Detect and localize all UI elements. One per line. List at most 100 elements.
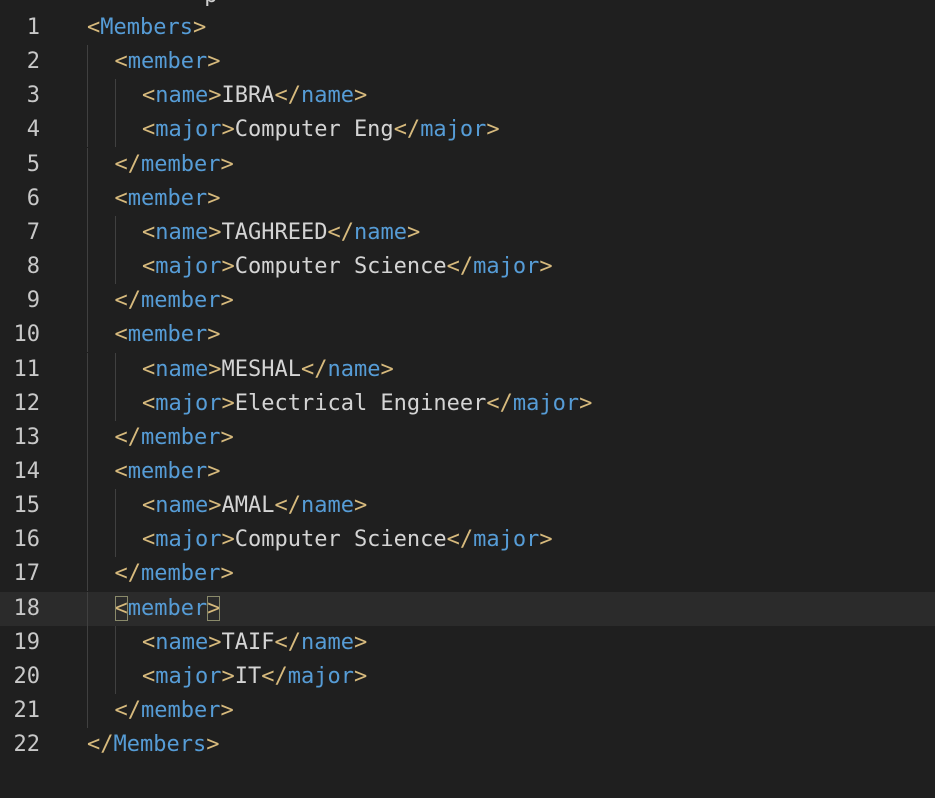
close-bracket: > — [353, 663, 368, 689]
indent-guide — [114, 523, 116, 558]
element-text: Electrical Engineer — [234, 390, 487, 416]
tag-name: major — [287, 663, 354, 689]
open-bracket: < — [142, 629, 156, 655]
indent-guide — [87, 523, 88, 558]
line-number: 22 — [13, 732, 41, 758]
code-text[interactable]: <member> — [114, 592, 221, 626]
open-bracket: < — [142, 219, 156, 245]
open-bracket: < — [114, 595, 128, 621]
indent-guide — [87, 659, 88, 694]
close-bracket: > — [207, 185, 221, 211]
close-bracket: > — [220, 424, 234, 450]
close-bracket: > — [221, 117, 235, 143]
code-line[interactable]: 6 <member> — [0, 181, 935, 216]
line-number: 13 — [13, 424, 41, 450]
code-line[interactable]: 7 <name>TAGHREED</name> — [0, 215, 935, 250]
code-line[interactable]: 2 <member> — [0, 45, 935, 80]
code-text[interactable]: <major>Computer Science</major> — [142, 523, 553, 557]
code-text[interactable]: <member> — [115, 45, 221, 79]
code-line[interactable]: 1 <Members> — [0, 11, 935, 45]
line-number: 12 — [13, 390, 41, 416]
code-line[interactable]: 22 </Members> — [0, 728, 935, 762]
tag-name: name — [327, 356, 381, 382]
line-number: 1 — [26, 15, 40, 40]
tag-name: major — [155, 390, 222, 416]
tag-name: major — [155, 663, 222, 689]
code-text[interactable]: <name>TAGHREED</name> — [142, 216, 420, 250]
code-line[interactable]: 8 <major>Computer Science</major> — [0, 250, 935, 285]
line-number: 10 — [13, 322, 41, 348]
open-bracket: </ — [114, 151, 142, 177]
code-line[interactable]: 20 <major>IT</major> — [0, 659, 935, 694]
close-bracket: > — [208, 629, 222, 655]
code-text[interactable]: <major>Computer Eng</major> — [142, 113, 500, 147]
code-text[interactable]: <name>TAIF</name> — [142, 626, 367, 660]
code-text[interactable]: </Members> — [87, 728, 219, 762]
code-line[interactable]: 3 <name>IBRA</name> — [0, 79, 935, 114]
code-text[interactable]: </member> — [115, 421, 234, 455]
indent-guide — [87, 215, 88, 250]
indent-guide — [87, 113, 88, 148]
tag-name: member — [127, 49, 208, 75]
close-bracket: > — [208, 356, 222, 382]
close-bracket: > — [380, 356, 394, 382]
code-text[interactable]: </member> — [115, 148, 234, 182]
indent-guide — [87, 625, 88, 660]
code-text[interactable]: </member> — [115, 694, 234, 728]
open-bracket: </ — [446, 527, 474, 553]
code-line[interactable]: 18 <member> — [0, 591, 935, 626]
code-line[interactable]: 16 <major>Computer Science</major> — [0, 523, 935, 558]
open-bracket: </ — [114, 561, 142, 587]
code-text[interactable]: <member> — [115, 182, 221, 216]
code-line[interactable]: 13 </member> — [0, 420, 935, 455]
close-bracket: > — [353, 629, 368, 655]
indent-guide — [114, 79, 116, 114]
code-line[interactable]: 19 <name>TAIF</name> — [0, 625, 935, 660]
code-text[interactable]: <member> — [115, 318, 221, 352]
code-line[interactable]: 12 <major>Electrical Engineer</major> — [0, 386, 935, 421]
code-text[interactable]: <name>MESHAL</name> — [142, 353, 394, 387]
close-bracket: > — [207, 595, 221, 621]
line-number: 11 — [13, 356, 41, 382]
code-line[interactable]: 10 <member> — [0, 318, 935, 353]
code-text[interactable]: <name>AMAL</name> — [142, 489, 367, 523]
line-number: 16 — [13, 527, 41, 553]
indent-guide — [87, 45, 88, 80]
code-text[interactable]: <member> — [115, 455, 221, 489]
code-text[interactable]: </member> — [115, 557, 234, 591]
code-line[interactable]: 17 </member> — [0, 557, 935, 592]
tag-name: major — [512, 390, 580, 416]
code-line[interactable]: 9 </member> — [0, 284, 935, 319]
tag-name: name — [155, 219, 209, 245]
open-bracket: < — [142, 117, 156, 143]
open-bracket: < — [114, 322, 128, 348]
close-bracket: > — [207, 49, 221, 75]
code-text[interactable]: <major>Computer Science</major> — [142, 250, 553, 284]
code-line[interactable]: 14 <member> — [0, 454, 935, 489]
indent-guide — [114, 352, 116, 387]
code-text[interactable]: <major>IT</major> — [142, 660, 367, 694]
code-line[interactable]: 11 <name>MESHAL</name> — [0, 352, 935, 387]
code-text[interactable]: <name>IBRA</name> — [142, 79, 367, 113]
indent-guide — [114, 113, 116, 148]
line-number: 3 — [26, 83, 40, 109]
open-bracket: </ — [393, 117, 421, 143]
code-text[interactable]: <Members> — [87, 11, 206, 45]
close-bracket: > — [486, 117, 500, 143]
open-bracket: </ — [274, 493, 301, 519]
code-text[interactable]: <major>Electrical Engineer</major> — [142, 387, 592, 421]
code-line[interactable]: 5 </member> — [0, 147, 935, 182]
indent-guide — [87, 557, 88, 592]
open-bracket: </ — [114, 288, 142, 314]
code-line[interactable]: 21 </member> — [0, 694, 935, 728]
code-line[interactable]: 4 <major>Computer Eng</major> — [0, 113, 935, 148]
code-line[interactable]: 15 <name>AMAL</name> — [0, 489, 935, 524]
indent-guide — [87, 454, 88, 489]
line-number: 14 — [13, 458, 41, 484]
code-text[interactable]: </member> — [115, 284, 234, 318]
line-number: 7 — [26, 219, 40, 245]
code-editor[interactable]: _ p 1<Members>2<member>3<name>IBRA</name… — [0, 0, 935, 798]
tag-name: member — [127, 595, 208, 621]
open-bracket: </ — [114, 424, 142, 450]
element-text: IT — [234, 663, 262, 689]
